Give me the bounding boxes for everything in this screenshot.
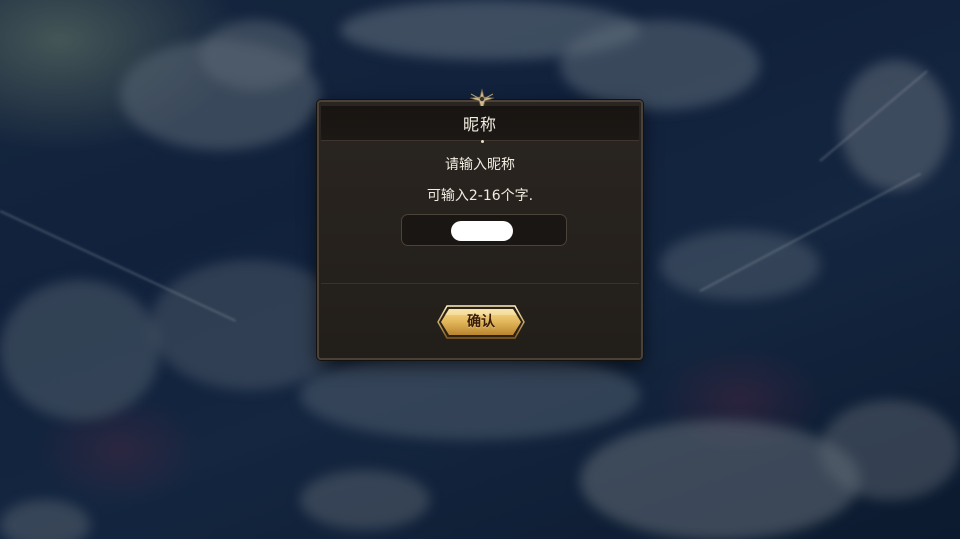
dialog-title: 昵称 (462, 115, 497, 134)
nickname-length-hint: 可输入2-16个字. (426, 188, 534, 204)
confirm-button-label: 确认 (467, 314, 495, 330)
dialog-header: 昵称 (321, 106, 639, 143)
game-background: 昵称 请输入昵称 可输入2-16个字. 确认 (0, 0, 960, 539)
header-divider-dot (481, 140, 484, 143)
dialog-separator (321, 283, 639, 284)
redacted-nickname-mask (451, 221, 513, 241)
confirm-button[interactable]: 确认 (437, 305, 525, 339)
nickname-prompt: 请输入昵称 (445, 157, 515, 173)
nickname-dialog: 昵称 请输入昵称 可输入2-16个字. 确认 (317, 88, 643, 360)
